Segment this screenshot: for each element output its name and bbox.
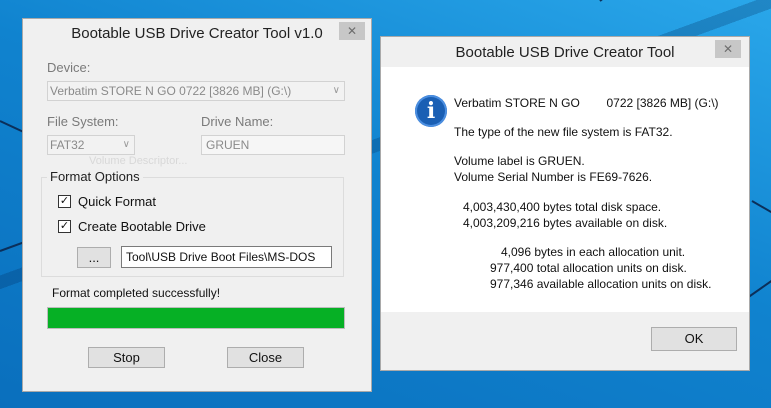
device-select[interactable]: Verbatim STORE N GO 0722 [3826 MB] (G:\)… <box>47 81 345 101</box>
dialog-title: Bootable USB Drive Creator Tool <box>455 44 675 61</box>
stop-button[interactable]: Stop <box>88 347 165 368</box>
filesystem-select-value: FAT32 <box>50 138 85 152</box>
boot-files-path-input[interactable]: Tool\USB Drive Boot Files\MS-DOS <box>121 246 332 268</box>
available-units-line: 977,346 available allocation units on di… <box>490 277 712 291</box>
device-label: Device: <box>47 60 91 75</box>
format-options-title: Format Options <box>47 169 143 184</box>
wallpaper-ray <box>599 0 693 2</box>
progress-bar-fill <box>48 308 344 328</box>
ok-button[interactable]: OK <box>651 327 737 351</box>
drive-name-label: Drive Name: <box>201 114 274 129</box>
dialog-title-bar[interactable]: Bootable USB Drive Creator Tool ✕ <box>381 37 749 67</box>
close-icon[interactable]: ✕ <box>339 22 365 40</box>
filesystem-label: File System: <box>47 114 119 129</box>
bootable-drive-checkbox[interactable]: ✓ <box>58 220 71 233</box>
chevron-down-icon: ∨ <box>332 85 340 96</box>
volume-label-line: Volume label is GRUEN. <box>454 154 585 168</box>
device-select-value: Verbatim STORE N GO 0722 [3826 MB] (G:\) <box>50 84 292 98</box>
serial-number-line: Volume Serial Number is FE69-7626. <box>454 170 653 184</box>
close-icon[interactable]: ✕ <box>715 40 741 58</box>
main-window: Bootable USB Drive Creator Tool v1.0 ✕ D… <box>22 18 372 392</box>
total-space-line: 4,003,430,400 bytes total disk space. <box>463 200 662 214</box>
info-icon: i <box>415 95 447 127</box>
total-units-line: 977,400 total allocation units on disk. <box>490 261 687 275</box>
device-line: Verbatim STORE N GO 0722 [3826 MB] (G:\) <box>454 96 719 110</box>
bootable-drive-label: Create Bootable Drive <box>78 219 206 234</box>
progress-bar <box>47 307 345 329</box>
close-button[interactable]: Close <box>227 347 304 368</box>
window-title: Bootable USB Drive Creator Tool v1.0 <box>71 25 323 42</box>
browse-button[interactable]: ... <box>77 247 111 268</box>
wallpaper-ray <box>751 200 771 222</box>
available-space-line: 4,003,209,216 bytes available on disk. <box>463 216 668 230</box>
quick-format-checkbox[interactable]: ✓ <box>58 195 71 208</box>
status-text: Format completed successfully! <box>52 286 221 300</box>
title-bar[interactable]: Bootable USB Drive Creator Tool v1.0 ✕ <box>23 19 371 49</box>
allocation-unit-line: 4,096 bytes in each allocation unit. <box>501 245 686 259</box>
fs-type-line: The type of the new file system is FAT32… <box>454 125 673 139</box>
quick-format-label: Quick Format <box>78 194 157 209</box>
result-dialog: Bootable USB Drive Creator Tool ✕ i Verb… <box>380 36 750 371</box>
